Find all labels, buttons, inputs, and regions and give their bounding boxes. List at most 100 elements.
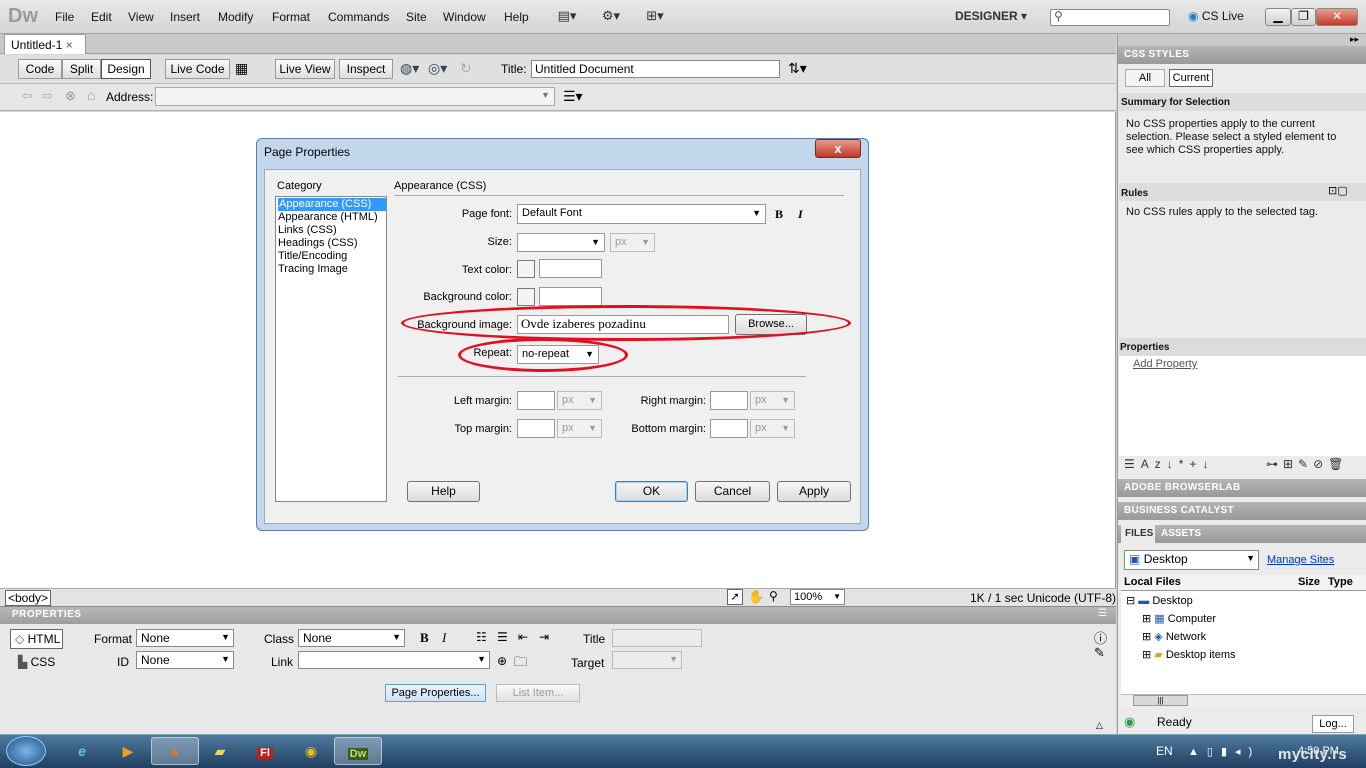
check-icon[interactable]: ▦ <box>235 60 248 77</box>
css-styles-header[interactable]: CSS STYLES <box>1118 46 1366 64</box>
assets-tab[interactable]: ASSETS <box>1161 528 1201 539</box>
live-view-button[interactable]: Live View <box>275 59 335 79</box>
font-italic-button[interactable]: I <box>798 207 803 222</box>
category-title-encoding[interactable]: Title/Encoding <box>278 250 347 263</box>
chevron-down-icon[interactable]: ▼ <box>541 90 550 100</box>
layout-icon[interactable]: ▤▾ <box>554 8 580 26</box>
quick-tag-editor-icon[interactable]: ✎ <box>1094 645 1105 661</box>
help-search-input[interactable]: ⚲ <box>1050 9 1170 26</box>
cancel-button[interactable]: Cancel <box>695 481 770 502</box>
stop-icon[interactable]: ⊗ <box>65 88 76 104</box>
zoom-select[interactable]: 100% ▼ <box>790 589 845 605</box>
tree-node-desktop-items[interactable]: ⊞ ▰ Desktop items <box>1142 648 1236 661</box>
category-appearance-html[interactable]: Appearance (HTML) <box>278 211 378 224</box>
site-location-select[interactable]: ▣ Desktop ▼ <box>1124 550 1259 570</box>
browse-options-icon[interactable]: ☰▾ <box>563 88 583 105</box>
file-management-icon[interactable]: ⇅▾ <box>788 60 807 77</box>
category-appearance-css[interactable]: Appearance (CSS) <box>278 198 386 211</box>
code-view-button[interactable]: Code <box>18 59 62 79</box>
ie-taskbar-icon[interactable]: e <box>58 737 106 765</box>
left-margin-unit[interactable]: px ▼ <box>557 391 602 410</box>
tree-node-network[interactable]: ⊞ ◈ Network <box>1142 630 1206 643</box>
bold-button[interactable]: B <box>420 630 429 646</box>
workspace-switcher[interactable]: DESIGNER ▾ <box>955 9 1027 23</box>
top-margin-input[interactable] <box>517 419 555 438</box>
maximize-button[interactable]: ❐ <box>1291 8 1316 26</box>
background-color-picker[interactable] <box>517 288 535 306</box>
help-button[interactable]: Help <box>407 481 480 502</box>
back-icon[interactable]: ⇦ <box>22 88 33 104</box>
menu-site[interactable]: Site <box>406 10 427 24</box>
apply-button[interactable]: Apply <box>777 481 851 502</box>
select-tool-icon[interactable]: ➚ <box>727 589 743 605</box>
close-tab-icon[interactable]: × <box>66 38 73 52</box>
right-margin-input[interactable] <box>710 391 748 410</box>
dreamweaver-taskbar-icon[interactable]: Dw <box>334 737 382 765</box>
menu-modify[interactable]: Modify <box>218 10 253 24</box>
bottom-margin-unit[interactable]: px ▼ <box>750 419 795 438</box>
dialog-close-button[interactable]: x <box>815 139 861 158</box>
menu-file[interactable]: File <box>55 10 74 24</box>
media-player-taskbar-icon[interactable]: ▶ <box>104 737 152 765</box>
title-field[interactable] <box>612 629 702 647</box>
tag-selector-body[interactable]: <body> <box>5 590 52 606</box>
link-input[interactable]: ▼ <box>298 651 490 669</box>
list-item-button[interactable]: List Item... <box>496 684 580 702</box>
size-select[interactable]: ▼ <box>517 233 605 252</box>
tree-node-computer[interactable]: ⊞ ▦ Computer <box>1142 612 1216 625</box>
page-font-select[interactable]: Default Font ▼ <box>517 204 766 224</box>
zoom-tool-icon[interactable]: ⚲ <box>769 589 778 603</box>
class-select[interactable]: None ▼ <box>298 629 405 647</box>
category-links-css[interactable]: Links (CSS) <box>278 224 337 237</box>
collapse-icon[interactable]: △ <box>1096 720 1103 731</box>
tray-icons[interactable]: ▲▯▮◂) <box>1188 745 1260 758</box>
gear-icon[interactable]: ⚙▾ <box>598 8 624 26</box>
flash-taskbar-icon[interactable]: Fl <box>241 737 289 765</box>
firefox-taskbar-icon[interactable]: ● <box>151 737 199 765</box>
left-margin-input[interactable] <box>517 391 555 410</box>
font-bold-button[interactable]: B <box>775 207 783 222</box>
text-color-picker[interactable] <box>517 260 535 278</box>
visual-aids-icon[interactable]: ◎▾ <box>428 60 447 77</box>
size-unit-select[interactable]: px ▼ <box>610 233 655 252</box>
menu-help[interactable]: Help <box>504 10 529 24</box>
right-margin-unit[interactable]: px ▼ <box>750 391 795 410</box>
menu-view[interactable]: View <box>128 10 154 24</box>
css-panel-toolbar-icons[interactable]: ☰Az↓*+↓ <box>1124 457 1214 471</box>
browserlab-header[interactable]: ADOBE BROWSERLAB <box>1118 479 1366 497</box>
live-code-button[interactable]: Live Code <box>165 59 230 79</box>
menu-insert[interactable]: Insert <box>170 10 200 24</box>
category-headings-css[interactable]: Headings (CSS) <box>278 237 357 250</box>
indent-icon[interactable]: ⇥ <box>539 630 549 644</box>
chrome-taskbar-icon[interactable]: ◉ <box>287 737 335 765</box>
collapse-dock-icon[interactable]: ▸▸ <box>1350 34 1359 45</box>
split-view-button[interactable]: Split <box>62 59 101 79</box>
business-catalyst-header[interactable]: BUSINESS CATALYST <box>1118 502 1366 520</box>
title-input[interactable]: Untitled Document <box>531 60 780 78</box>
unordered-list-icon[interactable]: ☷ <box>476 630 487 644</box>
properties-panel-header[interactable]: PROPERTIES <box>0 606 1116 624</box>
target-select[interactable]: ▼ <box>612 651 682 669</box>
outdent-icon[interactable]: ⇤ <box>518 630 528 644</box>
scroll-thumb[interactable]: ||| <box>1133 695 1188 706</box>
cs-live-button[interactable]: ◉ CS Live <box>1188 9 1244 23</box>
refresh-icon[interactable]: ↻ <box>460 60 472 77</box>
css-tab-current[interactable]: Current <box>1169 69 1213 87</box>
menu-format[interactable]: Format <box>272 10 310 24</box>
size-column[interactable]: Size <box>1298 576 1320 588</box>
text-color-input[interactable] <box>539 259 602 278</box>
point-to-file-icon[interactable]: ⊕ <box>497 654 507 668</box>
close-window-button[interactable]: ✕ <box>1316 8 1358 26</box>
log-button[interactable]: Log... <box>1312 715 1354 733</box>
format-select[interactable]: None ▼ <box>136 629 234 647</box>
manage-sites-link[interactable]: Manage Sites <box>1267 554 1334 566</box>
background-color-input[interactable] <box>539 287 602 306</box>
files-tab[interactable]: FILES <box>1121 525 1155 543</box>
ordered-list-icon[interactable]: ☰ <box>497 630 508 644</box>
type-column[interactable]: Type <box>1328 576 1353 588</box>
css-action-icons[interactable]: ⊶⊞✎⊘🗑 <box>1266 457 1348 471</box>
site-icon[interactable]: ⊞▾ <box>642 8 668 26</box>
forward-icon[interactable]: ⇨ <box>42 88 53 104</box>
css-mode-button[interactable]: ▙ CSS <box>18 655 55 669</box>
bottom-margin-input[interactable] <box>710 419 748 438</box>
